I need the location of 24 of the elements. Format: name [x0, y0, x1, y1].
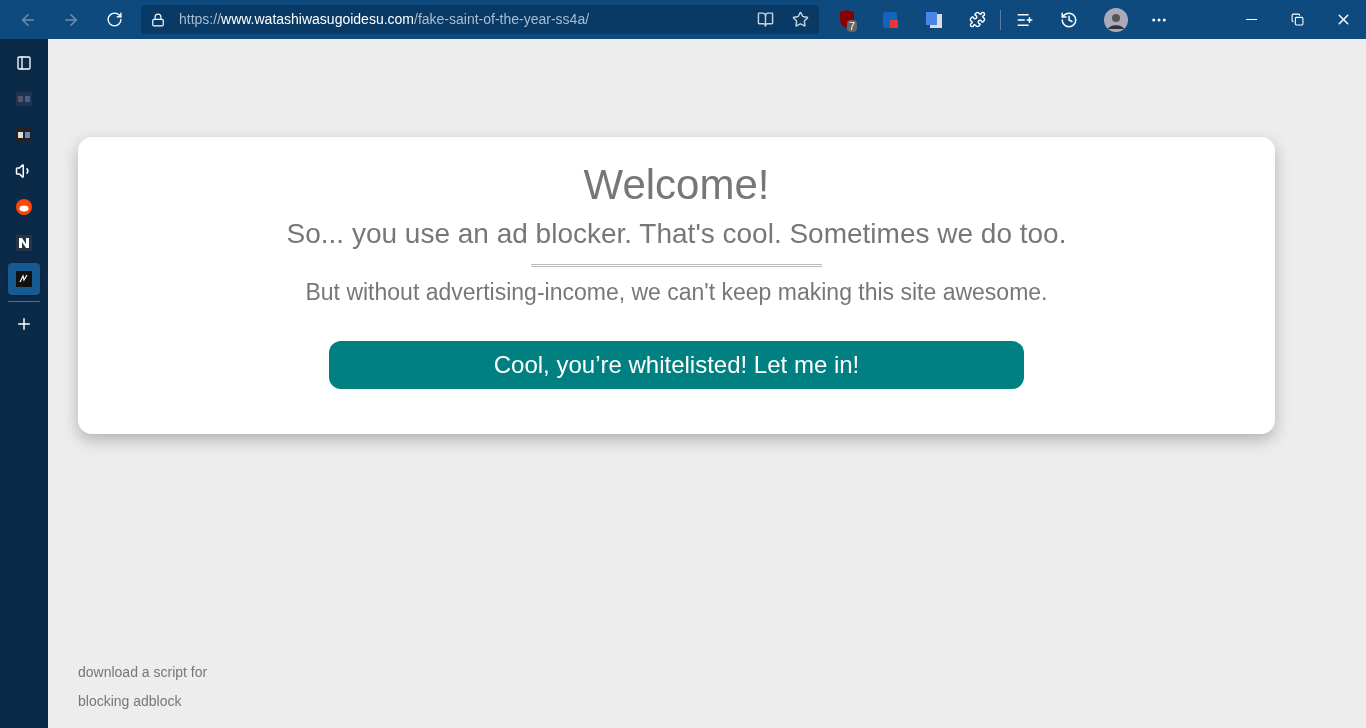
logo-icon [16, 128, 32, 142]
read-aloud-icon[interactable] [757, 11, 774, 28]
footer-link[interactable]: blocking adblock [78, 692, 1275, 710]
dialog-message: But without advertising-income, we can't keep making this site awesome. [305, 278, 1048, 306]
refresh-icon [105, 11, 123, 28]
whitelist-button[interactable]: Cool, you’re whitelisted! Let me in! [329, 341, 1024, 389]
plus-icon [15, 315, 33, 333]
sidebar-panel-icon [16, 55, 32, 71]
logo-icon [16, 92, 32, 106]
dialog-title: Welcome! [583, 160, 770, 210]
logo-icon [16, 271, 32, 287]
restore-icon [1290, 13, 1304, 26]
logo-icon [16, 235, 32, 251]
url-text: https://www.watashiwasugoidesu.com/fake-saint-of-the-year-ss4a/ [179, 10, 590, 29]
lock-icon [151, 12, 165, 27]
minimize-icon [1245, 19, 1257, 20]
address-bar[interactable]: https://www.watashiwasugoidesu.com/fake-saint-of-the-year-ss4a/ [141, 5, 819, 34]
dialog-subtitle: So... you use an ad blocker. That's cool. Sometimes we do too. [286, 217, 1067, 251]
add-favorite-icon[interactable] [792, 11, 809, 28]
extension-badge: 7 [847, 19, 858, 32]
avatar-icon[interactable] [1104, 7, 1128, 32]
footer-link[interactable]: download a script for [78, 663, 1275, 681]
extensions-icon[interactable] [969, 11, 986, 28]
history-icon[interactable] [1060, 10, 1078, 29]
